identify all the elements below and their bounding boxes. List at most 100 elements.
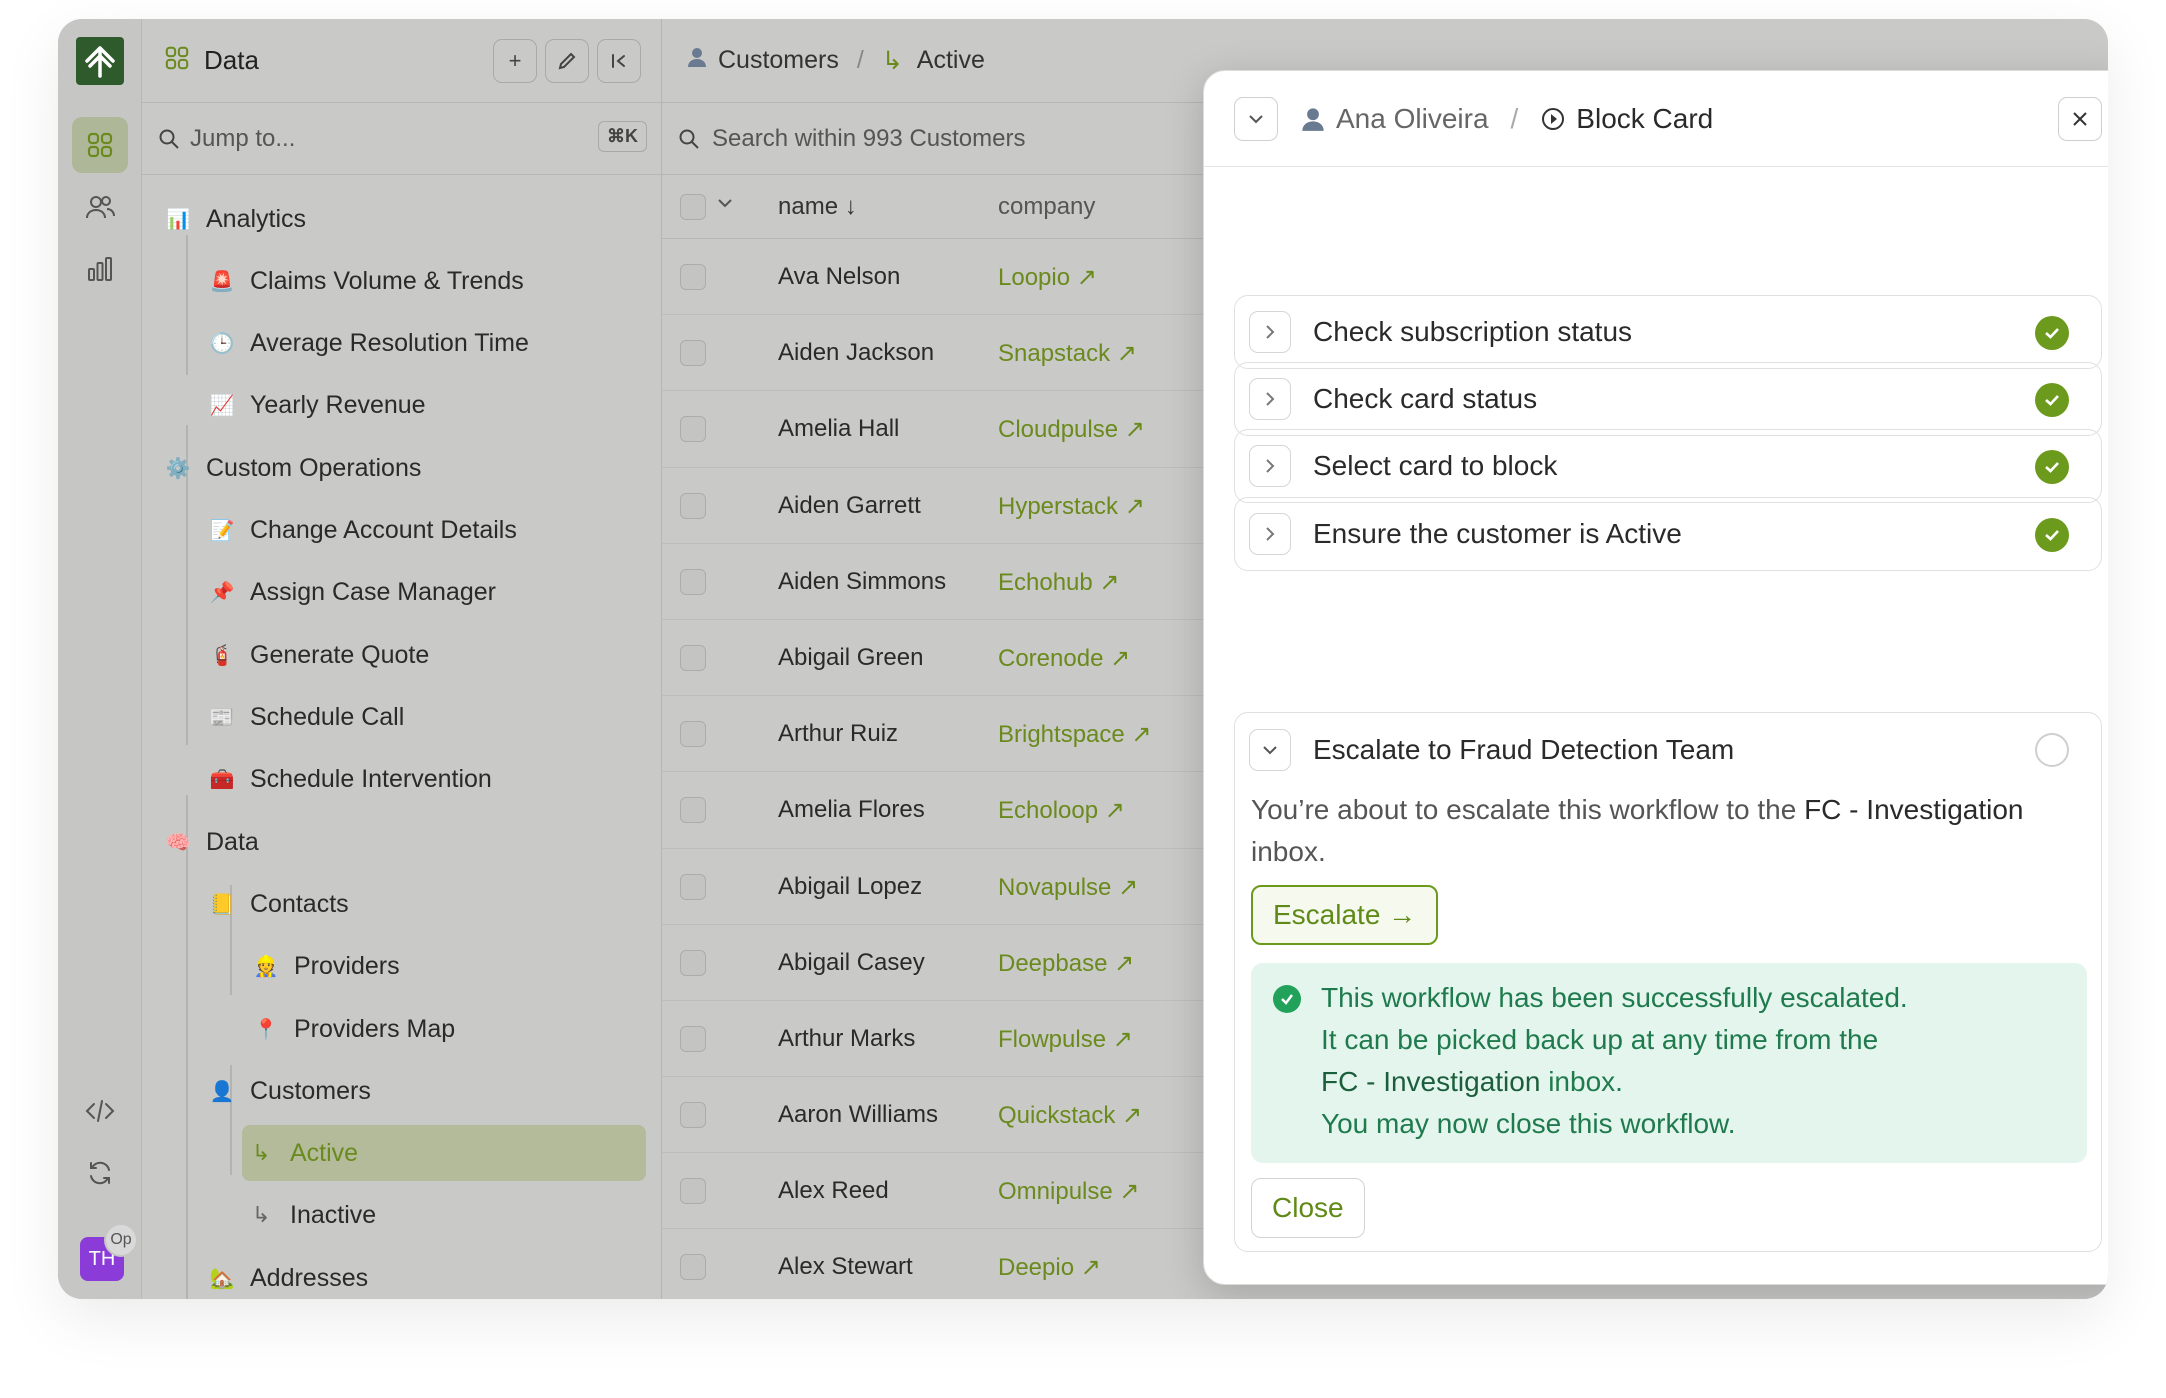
select-all-checkbox[interactable]	[680, 194, 706, 220]
sidebar-item-contacts[interactable]: 📒 Contacts	[208, 876, 349, 932]
sidebar-item-change-account[interactable]: 📝 Change Account Details	[208, 502, 517, 558]
sidebar-item-assign-case-manager[interactable]: 📌 Assign Case Manager	[208, 564, 496, 620]
workflow-step[interactable]: Check card status	[1234, 362, 2102, 436]
chevron-right-icon[interactable]	[1249, 378, 1291, 420]
sidebar-item-generate-quote[interactable]: 🧯 Generate Quote	[208, 627, 430, 683]
cell-name: Alex Stewart	[778, 1253, 913, 1281]
row-checkbox[interactable]	[680, 1254, 706, 1281]
add-button[interactable]: +	[493, 39, 537, 83]
workflow-step[interactable]: Select card to block	[1234, 429, 2102, 503]
workflow-step[interactable]: Ensure the customer is Active	[1234, 497, 2102, 571]
row-checkbox[interactable]	[680, 949, 706, 976]
sidebar-item-average-resolution[interactable]: 🕒 Average Resolution Time	[208, 315, 529, 371]
chevron-down-icon[interactable]	[716, 191, 734, 219]
row-checkbox[interactable]	[680, 568, 706, 595]
chevron-right-icon[interactable]	[1249, 311, 1291, 353]
code-icon[interactable]	[72, 1083, 128, 1139]
step-label: Check card status	[1313, 383, 1538, 414]
jump-to-input[interactable]: Jump to... ⌘K	[142, 103, 661, 175]
customer-name[interactable]: Ana Oliveira	[1336, 103, 1489, 135]
cell-name: Amelia Flores	[778, 796, 925, 824]
cell-company-link[interactable]: Flowpulse ↗	[998, 1025, 1133, 1054]
cell-company-link[interactable]: Deepio ↗	[998, 1253, 1101, 1282]
row-checkbox[interactable]	[680, 873, 706, 900]
row-checkbox[interactable]	[680, 416, 706, 443]
close-panel-button[interactable]	[2058, 97, 2102, 141]
check-circle-icon	[2035, 450, 2069, 484]
sidebar-item-providers[interactable]: 👷 Providers	[252, 938, 400, 994]
sidebar-item-active[interactable]: ↳ Active	[242, 1125, 646, 1181]
users-icon[interactable]	[72, 179, 128, 235]
cell-name: Abigail Lopez	[778, 872, 923, 900]
workflow-name: Block Card	[1576, 102, 1714, 134]
cell-company-link[interactable]: Novapulse ↗	[998, 873, 1138, 902]
cell-company-link[interactable]: Loopio ↗	[998, 263, 1097, 292]
row-checkbox[interactable]	[680, 492, 706, 519]
check-circle-icon	[2035, 383, 2069, 417]
step-escalate-header[interactable]: Escalate to Fraud Detection Team	[1235, 713, 2101, 787]
chevron-down-icon	[1249, 114, 1263, 123]
close-workflow-button[interactable]: Close	[1251, 1178, 1365, 1238]
sidebar-item-custom-operations[interactable]: ⚙️ Custom Operations	[164, 440, 422, 496]
search-icon	[679, 129, 699, 149]
cell-company-link[interactable]: Corenode ↗	[998, 644, 1130, 673]
cell-company-link[interactable]: Omnipulse ↗	[998, 1177, 1140, 1206]
collapse-sidebar-button[interactable]	[597, 39, 641, 83]
check-circle-icon	[1273, 985, 1301, 1013]
sidebar-item-providers-map[interactable]: 📍 Providers Map	[252, 1001, 456, 1057]
cell-name: Aiden Simmons	[778, 567, 947, 595]
app-window: TH Op Data + Jump to... ⌘K 📊 Analytics 🚨…	[58, 19, 2108, 1299]
sidebar: Data + Jump to... ⌘K 📊 Analytics 🚨 Claim…	[142, 19, 662, 1299]
escalate-button[interactable]: Escalate →	[1251, 885, 1439, 945]
sidebar-item-claims-volume[interactable]: 🚨 Claims Volume & Trends	[208, 253, 524, 309]
cell-company-link[interactable]: Echohub ↗	[998, 568, 1120, 597]
breadcrumb-customers[interactable]: Customers	[718, 46, 839, 75]
cell-company-link[interactable]: Echoloop ↗	[998, 796, 1125, 825]
cell-name: Abigail Green	[778, 643, 924, 671]
row-checkbox[interactable]	[680, 797, 706, 824]
step-escalate: Escalate to Fraud Detection Team You’re …	[1234, 712, 2102, 1252]
check-circle-icon	[2035, 316, 2069, 350]
plus-icon: +	[508, 48, 522, 73]
cell-company-link[interactable]: Hyperstack ↗	[998, 492, 1145, 521]
close-icon	[2073, 112, 2087, 126]
refresh-icon[interactable]	[72, 1145, 128, 1201]
sidebar-item-customers[interactable]: 👤 Customers	[208, 1063, 371, 1119]
cell-name: Abigail Casey	[778, 948, 925, 976]
user-icon	[1302, 107, 1324, 131]
sidebar-item-data[interactable]: 🧠 Data	[164, 814, 259, 870]
row-checkbox[interactable]	[680, 721, 706, 748]
sidebar-item-schedule-call[interactable]: 📰 Schedule Call	[208, 689, 405, 745]
sidebar-item-inactive[interactable]: ↳ Inactive	[252, 1187, 376, 1243]
cell-name: Aiden Jackson	[778, 339, 935, 367]
collapse-panel-button[interactable]	[1234, 96, 1278, 141]
grid-icon[interactable]	[72, 117, 128, 173]
shortcut-badge: ⌘K	[598, 121, 647, 152]
workflow-step[interactable]: Check subscription status	[1234, 295, 2102, 369]
cell-company-link[interactable]: Deepbase ↗	[998, 949, 1134, 978]
sidebar-item-yearly-revenue[interactable]: 📈 Yearly Revenue	[208, 377, 426, 433]
cell-name: Arthur Marks	[778, 1024, 916, 1052]
row-checkbox[interactable]	[680, 340, 706, 367]
column-header-name[interactable]: name ↓	[778, 193, 857, 221]
row-checkbox[interactable]	[680, 1025, 706, 1052]
sidebar-item-analytics[interactable]: 📊 Analytics	[164, 191, 307, 247]
sidebar-item-addresses[interactable]: 🏡 Addresses	[208, 1250, 369, 1299]
chevron-down-icon[interactable]	[1249, 729, 1291, 771]
row-checkbox[interactable]	[680, 264, 706, 290]
logo-icon[interactable]	[76, 37, 124, 85]
sidebar-item-schedule-intervention[interactable]: 🧰 Schedule Intervention	[208, 751, 492, 807]
cell-company-link[interactable]: Quickstack ↗	[998, 1101, 1142, 1130]
chevron-right-icon[interactable]	[1249, 513, 1291, 555]
edit-button[interactable]	[545, 39, 589, 83]
row-checkbox[interactable]	[680, 1178, 706, 1205]
column-header-company[interactable]: company	[998, 193, 1095, 221]
cell-company-link[interactable]: Brightspace ↗	[998, 720, 1152, 749]
workflow-breadcrumb: Ana Oliveira / Block Card	[1300, 103, 1713, 135]
chart-icon[interactable]	[72, 241, 128, 297]
row-checkbox[interactable]	[680, 644, 706, 671]
cell-company-link[interactable]: Snapstack ↗	[998, 339, 1137, 368]
chevron-right-icon[interactable]	[1249, 445, 1291, 487]
cell-company-link[interactable]: Cloudpulse ↗	[998, 415, 1145, 444]
row-checkbox[interactable]	[680, 1102, 706, 1129]
